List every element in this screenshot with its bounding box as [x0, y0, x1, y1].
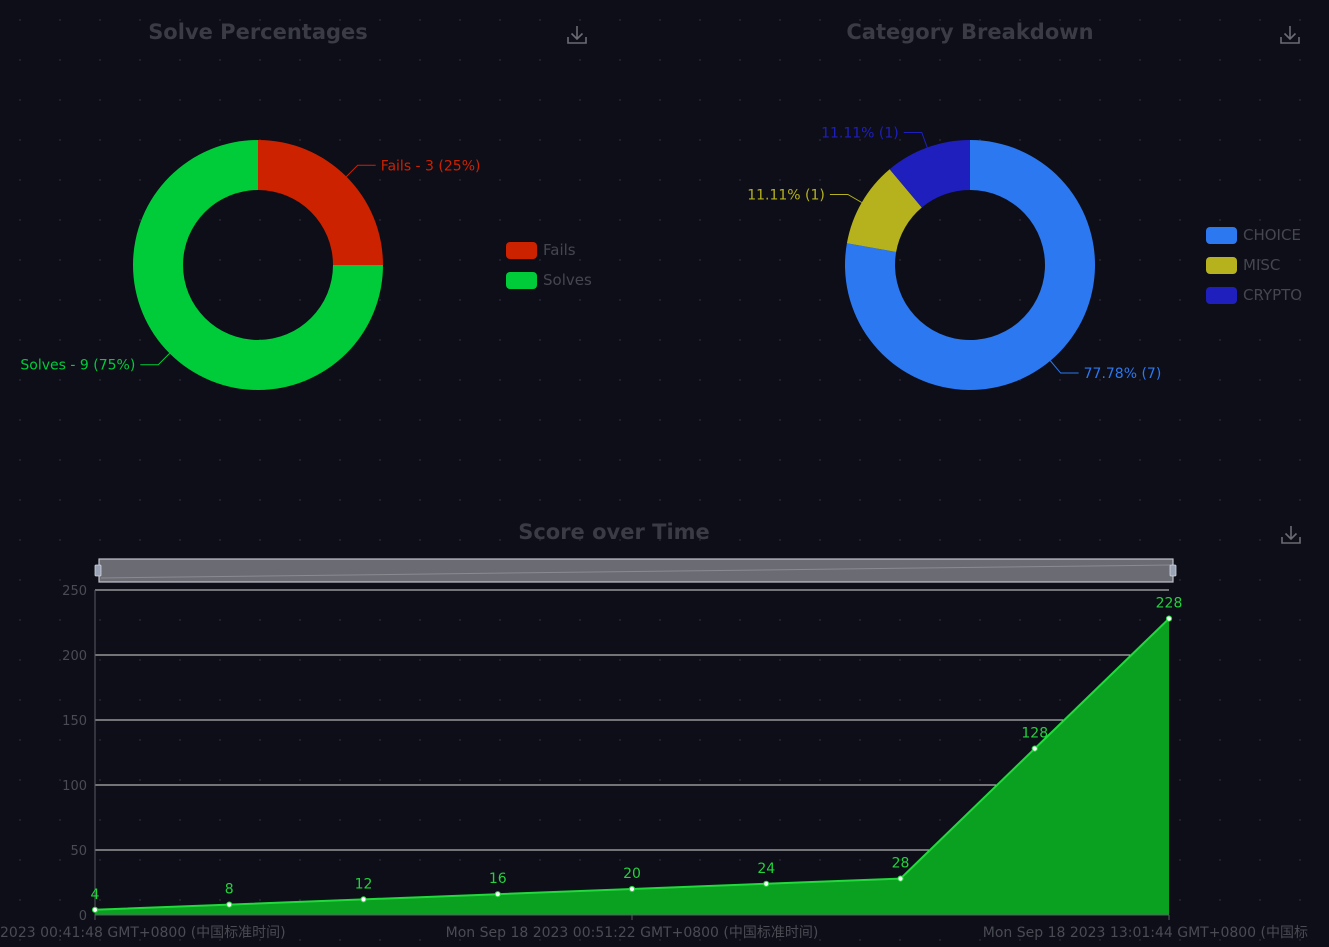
zoom-handle-right[interactable]	[1169, 564, 1177, 577]
legend-label-choice[interactable]: CHOICE	[1243, 226, 1301, 244]
data-point[interactable]	[763, 880, 770, 887]
legend-label-solves[interactable]: Solves	[543, 271, 592, 289]
legend-label-crypto[interactable]: CRYPTO	[1243, 286, 1302, 304]
data-point[interactable]	[91, 906, 99, 913]
solve-legend: Fails Solves	[506, 241, 592, 289]
legend-swatch-choice[interactable]	[1206, 227, 1237, 244]
category-breakdown-panel: Category Breakdown 77.78% (7) 11.11% (1) 1…	[747, 20, 1302, 390]
pie-leader-line	[829, 194, 862, 203]
score-chart-title: Score over Time	[518, 520, 710, 544]
data-point[interactable]	[494, 891, 501, 898]
x-tick-label: 2023 00:41:48 GMT+0800 (中国标准时间)	[0, 925, 286, 941]
y-tick-label: 200	[62, 649, 87, 664]
data-point[interactable]	[897, 875, 904, 882]
y-tick-label: 100	[62, 779, 87, 794]
pie-slice-fails[interactable]	[258, 140, 383, 265]
data-label: 4	[91, 887, 100, 903]
data-point[interactable]	[360, 896, 367, 903]
solve-chart-title: Solve Percentages	[148, 20, 368, 44]
score-area-chart: 0 50 100 150 200 250 4 8 12 16 20 24 28 128 228 2023 00…	[0, 584, 1308, 941]
zoom-handle-left[interactable]	[94, 564, 102, 577]
y-tick-label: 0	[79, 909, 87, 924]
y-tick-label: 250	[62, 584, 87, 599]
y-tick-label: 150	[62, 714, 87, 729]
pie-leader-line	[903, 132, 928, 148]
pie-data-label: 77.78% (7)	[1084, 366, 1162, 382]
data-point[interactable]	[1165, 615, 1173, 622]
dashboard-canvas: Solve Percentages Fails - 3 (25%) Solves …	[0, 20, 1308, 941]
download-icon[interactable]	[1281, 526, 1301, 544]
data-label: 28	[892, 856, 910, 872]
pie-data-label: Fails - 3 (25%)	[381, 158, 481, 174]
score-over-time-panel: Score over Time 0501001502002504 8 12 16 20 2…	[0, 520, 1308, 941]
pie-data-label: 11.11% (1)	[747, 188, 825, 204]
data-label: 12	[355, 876, 373, 892]
legend-swatch-misc[interactable]	[1206, 257, 1237, 274]
x-tick-label: Mon Sep 18 2023 00:51:22 GMT+0800 (中国标准时…	[446, 925, 819, 941]
legend-swatch-fails[interactable]	[506, 242, 537, 259]
data-label: 228	[1156, 596, 1183, 612]
solve-percentages-panel: Solve Percentages Fails - 3 (25%) Solves …	[20, 20, 592, 390]
data-point[interactable]	[226, 901, 233, 908]
legend-label-misc[interactable]: MISC	[1243, 256, 1280, 274]
data-point[interactable]	[628, 885, 636, 893]
solve-pie: Fails - 3 (25%) Solves - 9 (75%)	[20, 140, 480, 390]
legend-swatch-crypto[interactable]	[1206, 287, 1237, 304]
data-label: 24	[757, 861, 775, 877]
zoom-slider-track[interactable]	[98, 558, 1174, 583]
pie-leader-line	[140, 353, 170, 366]
x-tick-label: Mon Sep 18 2023 13:01:44 GMT+0800 (中国标	[983, 925, 1308, 941]
y-tick-label: 50	[70, 844, 87, 859]
data-label: 20	[623, 866, 641, 882]
category-pie: 77.78% (7) 11.11% (1) 11.11% (1)	[747, 126, 1161, 390]
data-label: 128	[1021, 726, 1048, 742]
category-chart-title: Category Breakdown	[846, 20, 1093, 44]
pie-leader-line	[1049, 360, 1079, 374]
data-point[interactable]	[1031, 745, 1038, 752]
data-label: 16	[489, 871, 507, 887]
category-legend: CHOICE MISC CRYPTO	[1206, 226, 1302, 304]
pie-data-label: Solves - 9 (75%)	[20, 358, 135, 374]
legend-label-fails[interactable]: Fails	[543, 241, 576, 259]
data-label: 8	[225, 882, 234, 898]
pie-data-label: 11.11% (1)	[821, 126, 899, 142]
legend-swatch-solves[interactable]	[506, 272, 537, 289]
zoom-slider[interactable]	[94, 558, 1177, 583]
download-icon[interactable]	[567, 26, 587, 44]
download-icon[interactable]	[1280, 26, 1300, 44]
pie-leader-line	[346, 164, 376, 177]
